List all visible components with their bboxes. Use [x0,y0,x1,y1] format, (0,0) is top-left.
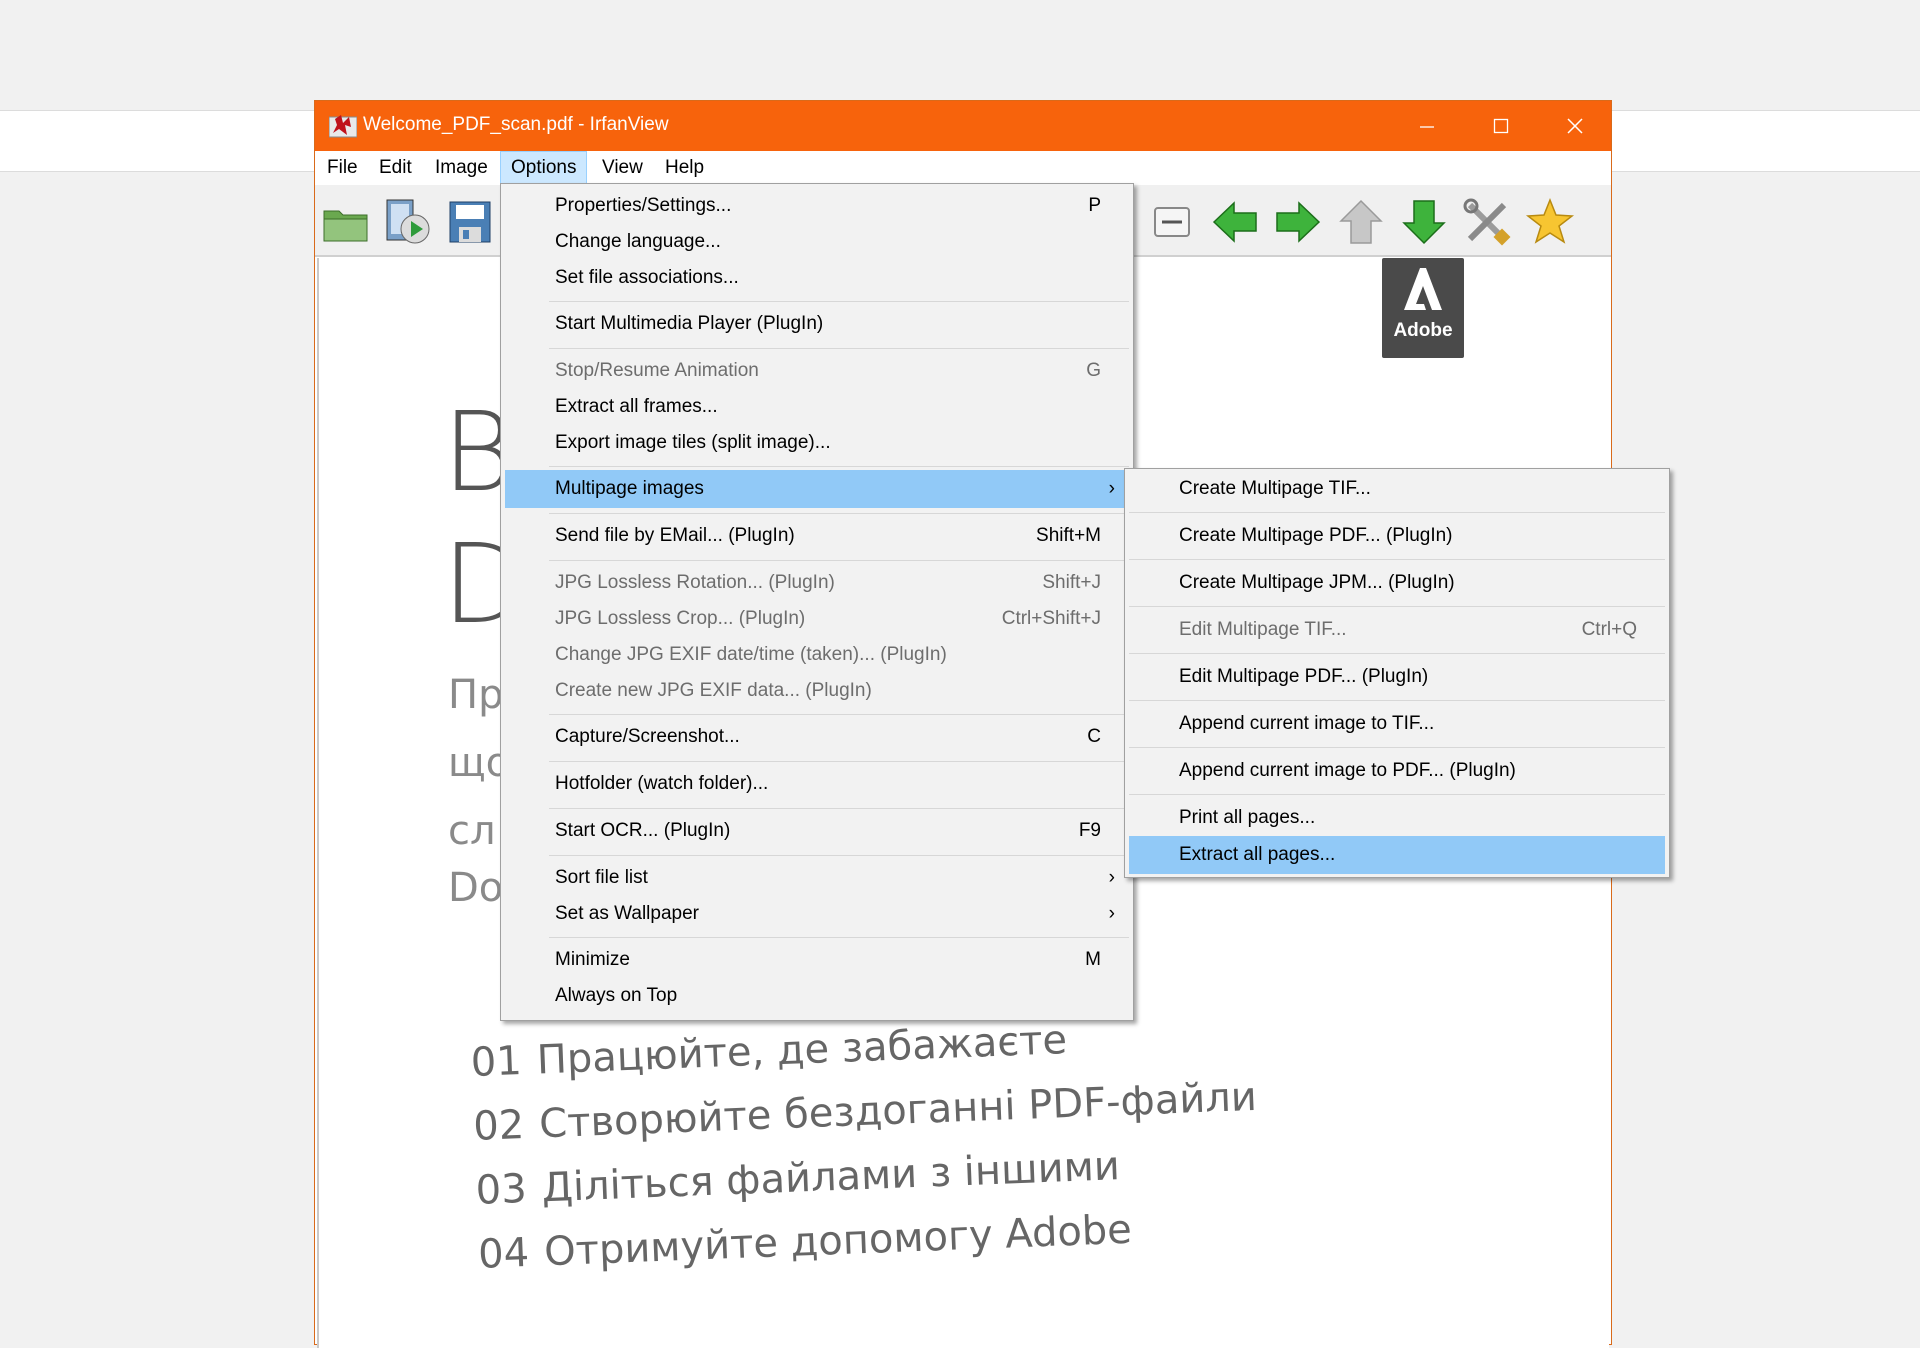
submenu-arrow-icon: › [1108,903,1115,924]
next-arrow-icon[interactable] [1273,197,1323,247]
menu-always-on-top[interactable]: Always on Top [505,978,1129,1014]
title-bar[interactable]: Welcome_PDF_scan.pdf - IrfanView [315,101,1611,151]
submenu-append-image-to-tif[interactable]: Append current image to TIF... [1129,706,1665,742]
menu-properties-settings[interactable]: Properties/Settings... P [505,188,1129,224]
maximize-icon [1493,118,1509,134]
slideshow-icon[interactable] [383,197,433,247]
multipage-submenu: Create Multipage TIF... Create Multipage… [1124,468,1670,878]
menu-separator [549,855,1129,856]
submenu-edit-multipage-tif: Edit Multipage TIF... Ctrl+Q [1179,619,1637,640]
menu-separator [549,560,1129,561]
zoom-out-icon[interactable] [1147,197,1197,247]
options-menu: Properties/Settings... P Change language.… [500,183,1134,1021]
close-icon [1567,118,1583,134]
menu-sort-file-list[interactable]: Sort file list › [505,860,1129,896]
menu-separator [549,937,1129,938]
menu-separator [549,761,1129,762]
adobe-logo-text: Adobe [1393,320,1453,341]
menu-separator [549,513,1129,514]
menu-separator [549,348,1129,349]
submenu-create-multipage-tif[interactable]: Create Multipage TIF... [1129,471,1665,507]
menu-change-jpg-exif-date: Change JPG EXIF date/time (taken)... (Pl… [555,644,947,665]
menu-extract-all-frames[interactable]: Extract all frames... [505,389,1129,425]
menu-separator [1129,794,1665,795]
menu-separator [549,301,1129,302]
menu-jpg-lossless-crop: JPG Lossless Crop... (PlugIn) Ctrl+Shift+… [555,608,1101,629]
submenu-create-multipage-pdf[interactable]: Create Multipage PDF... (PlugIn) [1129,518,1665,554]
adobe-a-icon [1404,268,1442,310]
menu-create-jpg-exif-data: Create new JPG EXIF data... (PlugIn) [555,680,872,701]
menu-send-file-by-email[interactable]: Send file by EMail... (PlugIn) Shift+M [505,518,1129,554]
menu-minimize[interactable]: Minimize M [505,942,1129,978]
doc-partial-line-3: сл [448,808,496,854]
menu-help[interactable]: Help [655,151,714,185]
doc-feature-list: 01 Працюйте, де забажаєте 02 Створюйте без… [470,1010,1263,1296]
maximize-button[interactable] [1464,101,1538,151]
menu-start-ocr[interactable]: Start OCR... (PlugIn) F9 [505,813,1129,849]
menu-stop-resume-animation: Stop/Resume Animation G [555,360,1101,381]
favorite-star-icon[interactable] [1525,197,1575,247]
up-arrow-icon[interactable] [1336,197,1386,247]
minimize-button[interactable] [1390,101,1464,151]
menu-hotfolder[interactable]: Hotfolder (watch folder)... [505,766,1129,802]
menu-separator [1129,512,1665,513]
minimize-icon [1420,126,1434,128]
submenu-print-all-pages[interactable]: Print all pages... [1129,800,1665,836]
submenu-edit-multipage-pdf[interactable]: Edit Multipage PDF... (PlugIn) [1129,659,1665,695]
previous-arrow-icon[interactable] [1210,197,1260,247]
menu-file[interactable]: File [317,151,368,185]
menu-separator [549,808,1129,809]
menu-export-image-tiles[interactable]: Export image tiles (split image)... [505,425,1129,461]
menu-separator [1129,700,1665,701]
menu-image[interactable]: Image [425,151,498,185]
submenu-arrow-icon: › [1108,478,1115,499]
menu-jpg-lossless-rotation: JPG Lossless Rotation... (PlugIn) Shift+J [555,572,1101,593]
down-arrow-icon[interactable] [1399,197,1449,247]
menu-change-language[interactable]: Change language... [505,224,1129,260]
menu-start-multimedia-player[interactable]: Start Multimedia Player (PlugIn) [505,306,1129,342]
doc-partial-line-1: Пр [448,672,504,718]
save-icon[interactable] [445,197,495,247]
menu-view[interactable]: View [592,151,653,185]
window-title: Welcome_PDF_scan.pdf - IrfanView [363,114,669,135]
menu-set-as-wallpaper[interactable]: Set as Wallpaper › [505,896,1129,932]
menu-separator [1129,747,1665,748]
menu-capture-screenshot[interactable]: Capture/Screenshot... C [505,719,1129,755]
open-folder-icon[interactable] [321,197,371,247]
menu-bar: File Edit Image Options View Help [315,151,1611,185]
menu-set-file-associations[interactable]: Set file associations... [505,260,1129,296]
close-button[interactable] [1538,101,1612,151]
menu-separator [1129,653,1665,654]
menu-separator [1129,559,1665,560]
tools-icon[interactable] [1462,197,1512,247]
menu-multipage-images[interactable]: Multipage images › [505,470,1129,508]
submenu-extract-all-pages[interactable]: Extract all pages... [1129,836,1665,874]
submenu-create-multipage-jpm[interactable]: Create Multipage JPM... (PlugIn) [1129,565,1665,601]
menu-options[interactable]: Options [500,151,588,185]
doc-partial-line-4: Do [448,865,504,911]
menu-separator [549,714,1129,715]
irfanview-app-icon [329,115,357,138]
adobe-logo: Adobe [1382,258,1464,358]
menu-edit[interactable]: Edit [369,151,422,185]
menu-separator [1129,606,1665,607]
menu-separator [549,466,1129,467]
submenu-arrow-icon: › [1108,867,1115,888]
submenu-append-image-to-pdf[interactable]: Append current image to PDF... (PlugIn) [1129,753,1665,789]
